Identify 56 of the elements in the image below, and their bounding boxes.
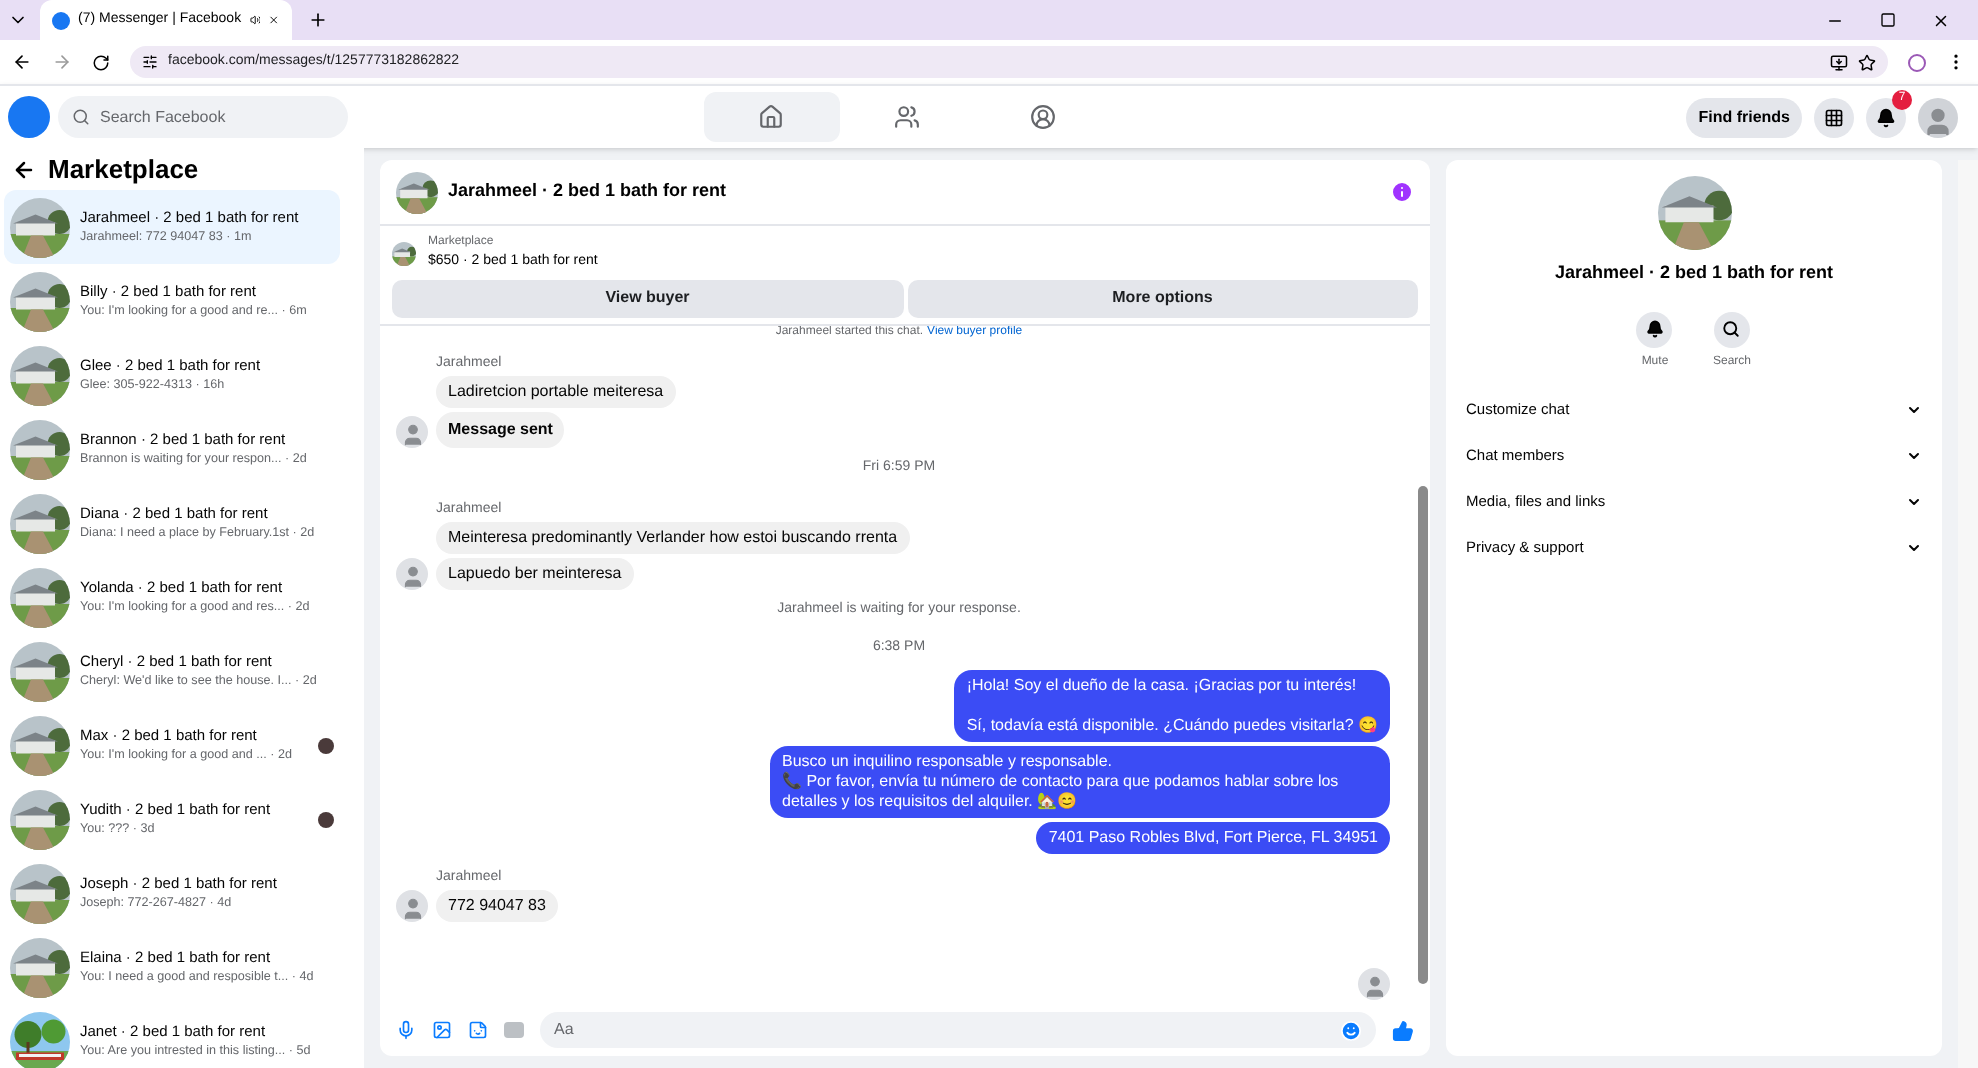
incoming-message: 772 94047 83 bbox=[436, 889, 558, 921]
close-icon[interactable] bbox=[1932, 11, 1950, 29]
facebook-logo-icon[interactable] bbox=[8, 96, 50, 138]
maximize-icon[interactable] bbox=[1880, 12, 1896, 28]
home-tab[interactable] bbox=[703, 92, 840, 142]
find-friends-button[interactable]: Find friends bbox=[1686, 97, 1802, 137]
apps-button[interactable] bbox=[1814, 97, 1854, 137]
outgoing-message: 7401 Paso Robles Blvd, Fort Pierce, FL 34951 bbox=[1036, 821, 1390, 853]
back-icon[interactable] bbox=[12, 158, 36, 182]
incoming-message: Lapuedo ber meinteresa bbox=[436, 557, 634, 589]
grid-icon bbox=[1824, 107, 1844, 127]
sticker-icon[interactable] bbox=[468, 1020, 488, 1040]
sidebar-title: Marketplace bbox=[48, 152, 199, 189]
more-options-button[interactable]: More options bbox=[907, 279, 1418, 317]
chevron-icon bbox=[1906, 494, 1922, 510]
install-icon[interactable] bbox=[1830, 53, 1848, 71]
audio-icon bbox=[249, 12, 261, 28]
close-tab-icon[interactable] bbox=[268, 12, 280, 28]
view-buyer-button[interactable]: View buyer bbox=[392, 279, 903, 317]
search-icon bbox=[1722, 320, 1741, 338]
account-avatar-icon[interactable] bbox=[1918, 97, 1958, 137]
chevron-icon bbox=[1906, 448, 1922, 464]
bell-icon bbox=[1876, 107, 1896, 127]
profile-circle-icon bbox=[1030, 104, 1057, 130]
chevron-icon bbox=[1906, 402, 1922, 418]
home-icon bbox=[758, 104, 785, 130]
new-tab-icon[interactable] bbox=[308, 10, 328, 30]
message-input[interactable]: Aa bbox=[554, 1018, 1340, 1042]
incoming-message: Ladiretcion portable meiteresa bbox=[436, 375, 676, 407]
site-settings-icon[interactable] bbox=[142, 54, 158, 70]
chat-title: Jarahmeel · 2 bed 1 bath for rent bbox=[448, 178, 729, 205]
reload-icon[interactable] bbox=[92, 53, 110, 71]
search-input[interactable]: Search Facebook bbox=[100, 105, 320, 129]
message-field[interactable]: Aa bbox=[540, 1012, 1376, 1048]
profile-icon[interactable] bbox=[1908, 53, 1926, 71]
emoji-icon[interactable] bbox=[1340, 1019, 1362, 1041]
chevron-icon bbox=[1906, 540, 1922, 556]
photo-icon[interactable] bbox=[432, 1020, 452, 1040]
outgoing-message: ¡Hola! Soy el dueño de la casa. ¡Gracias por tu interés! Sí, todavía está disponible. ¿Cuándo puedes visitarla? 😋 bbox=[954, 669, 1390, 741]
bell-icon bbox=[1645, 320, 1664, 338]
facebook-logo-icon bbox=[52, 11, 70, 29]
user-avatar-icon bbox=[1358, 968, 1390, 1000]
info-icon[interactable] bbox=[1390, 180, 1414, 204]
outgoing-message: Busco un inquilino responsable y responsable. 📞 Por favor, envía tu número de contacto para que podamos hablar sobre los detalles y los requisitos del alquiler. 🏡😊 bbox=[770, 745, 1390, 817]
people-icon bbox=[894, 104, 921, 130]
incoming-message: Message sent bbox=[436, 411, 565, 447]
search-icon bbox=[72, 108, 90, 126]
like-icon[interactable] bbox=[1392, 1019, 1414, 1041]
back-icon[interactable] bbox=[12, 52, 32, 72]
forward-icon[interactable] bbox=[52, 52, 72, 72]
search-field[interactable]: Search Facebook bbox=[58, 96, 348, 138]
notifications-button[interactable] bbox=[1866, 97, 1906, 137]
incoming-message: Meinteresa predominantly Verlander how estoi buscando rrenta bbox=[436, 521, 910, 553]
bookmark-icon[interactable] bbox=[1858, 53, 1876, 71]
contact-title: Jarahmeel · 2 bed 1 bath for rent bbox=[1554, 260, 1834, 286]
microphone-icon[interactable] bbox=[396, 1020, 416, 1040]
